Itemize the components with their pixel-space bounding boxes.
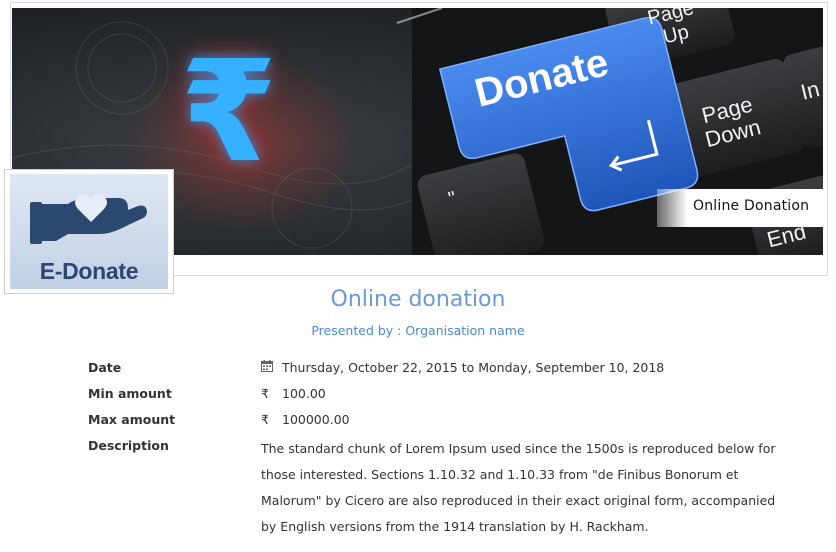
logo-text: E-Donate [39,258,139,284]
calendar-icon [261,360,276,375]
max-amount-value: 100000.00 [282,412,350,427]
date-value: Thursday, October 22, 2015 to Monday, Se… [282,360,665,375]
max-amount-label: Max amount [88,412,176,427]
presented-by-link[interactable]: Presented by : Organisation name [0,323,836,338]
logo-background: E-Donate [10,174,168,289]
min-amount-label: Min amount [88,386,172,401]
date-value-row: Thursday, October 22, 2015 to Monday, Se… [261,360,664,375]
rupee-currency-icon: ₹ [261,386,269,401]
description-line: Malorum" by Cicero are also reproduced i… [261,493,776,508]
description-line: The standard chunk of Lorem Ipsum used s… [261,441,776,456]
organisation-logo: E-Donate [4,169,174,294]
banner-tag: Online Donation [657,189,823,227]
min-amount-row: ₹100.00 [261,386,326,401]
banner-tag-text: Online Donation [693,198,810,214]
max-amount-row: ₹100000.00 [261,412,350,427]
description-line: those interested. Sections 1.10.32 and 1… [261,467,739,482]
page-title: Online donation [330,287,506,312]
hand-heart-icon [30,193,147,244]
min-amount-value: 100.00 [282,386,326,401]
description-label: Description [88,438,169,453]
date-label: Date [88,360,122,375]
description-text: The standard chunk of Lorem Ipsum used s… [261,436,776,540]
rupee-icon: ₹ [180,31,278,194]
rupee-currency-icon: ₹ [261,412,269,427]
description-line: by English versions from the 1914 transl… [261,519,649,534]
